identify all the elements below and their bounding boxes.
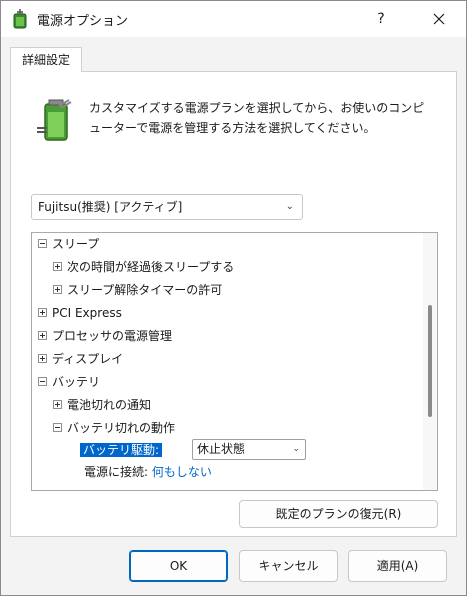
tree-item-wake-timers[interactable]: スリープ解除タイマーの許可 — [53, 279, 222, 301]
tree-item-processor-power[interactable]: プロセッサの電源管理 — [38, 325, 172, 347]
tree-scrollbar[interactable] — [423, 233, 437, 490]
tree-item-label: 次の時間が経過後スリープする — [67, 260, 235, 274]
description-text: カスタマイズする電源プランを選択してから、お使いのコンピューターで電源を管理する… — [89, 101, 425, 135]
tree-item-critical-battery-action[interactable]: バッテリ切れの動作 — [53, 417, 175, 439]
help-icon: ? — [377, 11, 385, 27]
restore-defaults-button[interactable]: 既定のプランの復元(R) — [239, 500, 438, 528]
tree-item-label: スリープ — [52, 237, 100, 251]
tree-item-label: PCI Express — [52, 306, 122, 320]
collapse-icon[interactable] — [38, 239, 47, 248]
battery-app-icon — [13, 9, 27, 29]
expand-icon[interactable] — [53, 285, 62, 294]
tree-item-pci-express[interactable]: PCI Express — [38, 302, 122, 324]
tree-item-label: バッテリ — [52, 375, 101, 389]
collapse-icon[interactable] — [53, 423, 62, 432]
power-plan-value: Fujitsu(推奨) [アクティブ] — [38, 200, 183, 214]
window-title: 電源オプション — [37, 14, 129, 29]
tree-item-low-battery-notify[interactable]: 電池切れの通知 — [53, 394, 151, 416]
battery-setting-row: バッテリ駆動: 休止状態 ⌄ — [80, 439, 320, 461]
tree-item-sleep-after[interactable]: 次の時間が経過後スリープする — [53, 256, 234, 278]
close-icon — [433, 13, 445, 25]
tree-item-label: バッテリ切れの動作 — [67, 421, 176, 435]
expand-icon[interactable] — [38, 308, 47, 317]
title-bar: 電源オプション ? — [1, 1, 466, 37]
power-options-window: 電源オプション ? 詳細設定 カスタマイズする電源プランを選択してから、お使いの… — [0, 0, 467, 596]
battery-setting-label[interactable]: バッテリ駆動: — [80, 443, 163, 457]
cancel-button[interactable]: キャンセル — [239, 550, 338, 582]
tree-item-label: ディスプレイ — [52, 352, 124, 366]
help-button[interactable]: ? — [363, 5, 399, 33]
plugged-setting-row: 電源に接続: 何もしない — [84, 461, 212, 483]
tree-item-battery[interactable]: バッテリ — [38, 371, 100, 393]
battery-plug-icon — [37, 99, 72, 141]
scrollbar-thumb[interactable] — [428, 305, 432, 417]
tree-item-label: 電池切れの通知 — [67, 398, 152, 412]
plugged-action-link[interactable]: 何もしない — [152, 465, 212, 479]
collapse-icon[interactable] — [38, 377, 47, 386]
advanced-settings-panel: カスタマイズする電源プランを選択してから、お使いのコンピューターで電源を管理する… — [10, 71, 457, 537]
expand-icon[interactable] — [38, 354, 47, 363]
settings-tree[interactable]: スリープ 次の時間が経過後スリープする スリープ解除タイマーの許可 PCI Ex… — [31, 232, 438, 491]
power-plan-select[interactable]: Fujitsu(推奨) [アクティブ] ⌄ — [31, 194, 303, 220]
tab-advanced-settings[interactable]: 詳細設定 — [10, 47, 82, 72]
expand-icon[interactable] — [53, 262, 62, 271]
ok-button[interactable]: OK — [129, 550, 228, 582]
plugged-setting-label: 電源に接続: — [84, 465, 149, 479]
tree-item-label: プロセッサの電源管理 — [52, 329, 173, 343]
expand-icon[interactable] — [53, 400, 62, 409]
close-button[interactable] — [421, 5, 457, 33]
battery-action-value: 休止状態 — [197, 442, 246, 456]
tree-item-label: スリープ解除タイマーの許可 — [67, 283, 223, 297]
battery-action-select[interactable]: 休止状態 ⌄ — [192, 439, 306, 460]
chevron-down-icon: ⌄ — [292, 444, 300, 454]
chevron-down-icon: ⌄ — [285, 201, 294, 212]
tree-item-display[interactable]: ディスプレイ — [38, 348, 123, 370]
tree-item-sleep[interactable]: スリープ — [38, 233, 99, 255]
expand-icon[interactable] — [38, 331, 47, 340]
apply-button[interactable]: 適用(A) — [348, 550, 447, 582]
